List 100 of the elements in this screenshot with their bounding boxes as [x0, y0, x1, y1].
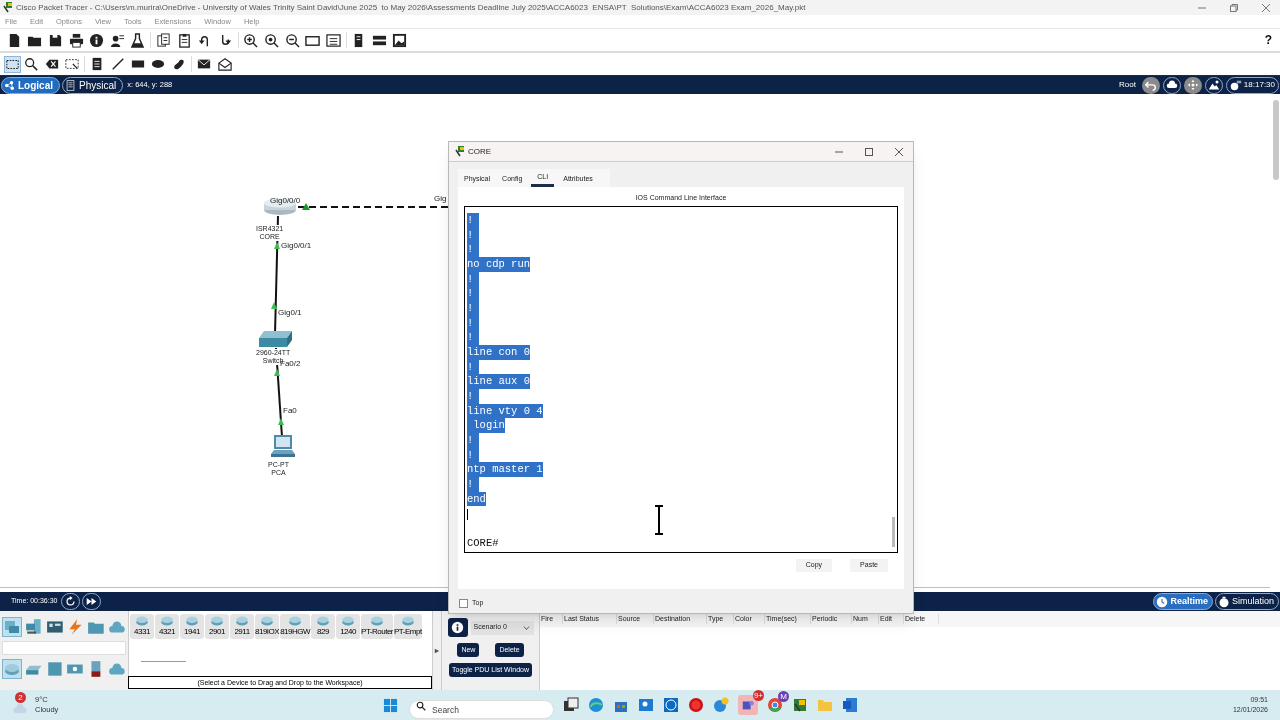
app-logo-icon: [455, 146, 465, 157]
back-arrow-icon: [1145, 79, 1157, 91]
chevron-down-icon: [521, 624, 531, 631]
switch-icon[interactable]: [258, 330, 293, 348]
port-label: Gig: [434, 193, 447, 205]
paste-icon[interactable]: [176, 32, 192, 48]
delete-icon[interactable]: [44, 57, 59, 71]
app-icon[interactable]: [663, 697, 679, 713]
port-label: Gig0/1: [278, 307, 302, 319]
device-model-button[interactable]: 2911: [230, 614, 254, 639]
window-title: Cisco Packet Tracer - C:\Users\m.murira\OneDrive - University of Wales Trinity Saint David\June 2025 to May 2026\Assessments Deadline July 2025\ACCA6023 ENSA\PT Solutions\Exam\ACCA6023 Exam_2026_May.pkt: [16, 1, 806, 14]
flask-icon[interactable]: [130, 32, 146, 48]
envelope-icon[interactable]: [197, 57, 212, 71]
nodes-icon: [4, 79, 15, 91]
pc-icon[interactable]: [270, 434, 296, 459]
cli-prompt: CORE#: [467, 536, 499, 551]
reset-icon: [65, 596, 77, 607]
close-icon[interactable]: [895, 147, 903, 156]
device-model-button[interactable]: 2901: [205, 614, 229, 639]
ellipse-icon[interactable]: [151, 57, 166, 71]
checkbox[interactable]: [459, 598, 468, 608]
link-up-icon: [271, 302, 277, 309]
person-icon[interactable]: [109, 32, 125, 48]
image-icon[interactable]: [392, 32, 408, 48]
search-icon[interactable]: [24, 57, 39, 71]
people-icon: [741, 698, 755, 712]
profile-badge: M: [778, 691, 789, 702]
port-label: Gig0/0/1: [281, 240, 312, 252]
clock-time: 18:17:30: [1243, 79, 1275, 91]
device-model-button[interactable]: PT-Empt: [394, 614, 422, 639]
scrollbar[interactable]: [1273, 100, 1279, 180]
text-cursor-icon: [654, 505, 664, 535]
device-model-button[interactable]: 4321: [155, 614, 179, 639]
app-logo-icon: [3, 2, 13, 13]
move-icon: [1186, 79, 1199, 91]
expand-arrow-icon[interactable]: [434, 646, 440, 655]
hub-icon[interactable]: [45, 660, 64, 678]
scrollbar[interactable]: [892, 517, 895, 547]
device-model-button[interactable]: 829: [311, 614, 336, 639]
cli-terminal[interactable]: ! ! ! no cdp run ! ! ! ! ! line con 0 ! line aux 0 ! line vty 0 4 login ! ! ntp master 1 ! end CORE#: [464, 206, 898, 553]
link-up-icon: [274, 242, 280, 249]
help-button[interactable]: ?: [1264, 31, 1272, 49]
info-icon[interactable]: [89, 32, 105, 48]
root-label: Root: [1118, 79, 1136, 91]
cloud-icon: [1165, 79, 1178, 91]
restore-icon[interactable]: [1230, 3, 1238, 12]
browser-icon[interactable]: [767, 697, 783, 713]
info-button[interactable]: [447, 618, 468, 637]
clock-icon: [1156, 595, 1169, 608]
document-icon[interactable]: [842, 697, 858, 713]
fast-forward-icon: [86, 596, 98, 607]
help-icon[interactable]: [713, 697, 729, 713]
device-model-button[interactable]: 1941: [180, 614, 204, 639]
notification-badge: 9+: [752, 690, 764, 701]
port-label: Fa0: [283, 405, 297, 417]
close-icon[interactable]: [1262, 3, 1270, 12]
open-envelope-icon[interactable]: [217, 57, 232, 71]
resize-icon[interactable]: [64, 57, 79, 71]
line-icon[interactable]: [110, 57, 125, 71]
freehand-icon[interactable]: [171, 57, 186, 71]
stopwatch-icon: [1217, 595, 1230, 608]
link-up-icon: [302, 203, 310, 210]
save-icon[interactable]: [48, 32, 63, 48]
copy-icon[interactable]: [155, 32, 171, 48]
end-devices-icon[interactable]: [24, 618, 43, 636]
record-icon[interactable]: [688, 697, 704, 713]
task-view-icon[interactable]: [563, 697, 579, 713]
device-model-button[interactable]: 1240: [336, 614, 361, 639]
components-icon[interactable]: [45, 618, 64, 636]
device-model-button[interactable]: 4331: [130, 614, 154, 639]
zoom-in-icon[interactable]: [243, 32, 259, 48]
back-button[interactable]: [1141, 76, 1160, 94]
zoom-reset-icon[interactable]: [263, 32, 279, 48]
select-tool-button[interactable]: [4, 55, 21, 73]
move-button[interactable]: [1183, 76, 1202, 94]
text-cursor: [467, 509, 468, 520]
port-label: Gig0/0/0: [270, 195, 301, 207]
router-icon: [3, 661, 20, 677]
network-devices-icon: [3, 619, 20, 635]
device-model-button[interactable]: PT-Router: [361, 614, 393, 639]
notification-badge: 2: [15, 692, 26, 703]
category-button[interactable]: [2, 617, 22, 637]
zoom-out-icon[interactable]: [284, 32, 300, 48]
search-field[interactable]: Search: [409, 700, 554, 719]
app-icon[interactable]: [792, 697, 808, 713]
maximize-icon[interactable]: [865, 147, 873, 156]
print-icon[interactable]: [68, 32, 84, 48]
link-up-icon: [278, 418, 284, 425]
device-model-button[interactable]: 819IOX: [255, 614, 280, 639]
windows-icon: [382, 697, 398, 713]
search-icon: [416, 700, 426, 711]
mountain-icon: [1207, 79, 1220, 91]
mode-tab[interactable]: Simulation: [1214, 593, 1279, 610]
dialog-title: CORE: [468, 145, 492, 158]
mode-tab[interactable]: Realtime: [1153, 593, 1213, 610]
select-icon: [6, 57, 19, 71]
view-tab[interactable]: Logical: [1, 76, 60, 94]
list-icon[interactable]: [325, 32, 341, 48]
device-model-button[interactable]: 819HGW: [280, 614, 311, 639]
view-tab[interactable]: Physical: [62, 76, 124, 94]
